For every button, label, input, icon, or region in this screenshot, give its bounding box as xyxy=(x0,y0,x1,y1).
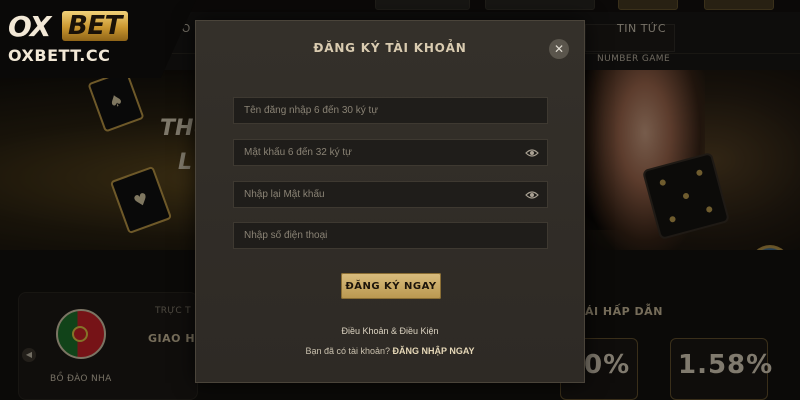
login-now-link[interactable]: ĐĂNG NHẬP NGAY xyxy=(393,346,475,356)
modal-title: ĐĂNG KÝ TÀI KHOẢN xyxy=(313,41,467,55)
login-prompt-row: Bạn đã có tài khoản? ĐĂNG NHẬP NGAY xyxy=(196,346,584,356)
terms-link[interactable]: Điều Khoản & Điều Kiện xyxy=(196,326,584,336)
username-field[interactable] xyxy=(233,97,548,124)
phone-field[interactable] xyxy=(233,222,548,249)
eye-icon[interactable] xyxy=(525,147,539,159)
register-modal: ĐĂNG KÝ TÀI KHOẢN ✕ ĐĂNG KÝ NGAY Điều Kh… xyxy=(195,20,585,383)
password-field[interactable] xyxy=(233,139,548,166)
confirm-password-field[interactable] xyxy=(233,181,548,208)
brand-logo[interactable]: OX BET OXBETT.CC xyxy=(0,0,200,78)
logo-text: BET xyxy=(62,11,128,41)
register-now-button[interactable]: ĐĂNG KÝ NGAY xyxy=(341,273,441,299)
login-prompt: Bạn đã có tài khoản? xyxy=(305,346,391,356)
username-input[interactable] xyxy=(234,98,547,123)
logo-text: OX xyxy=(8,10,51,43)
password-input[interactable] xyxy=(234,140,547,165)
logo-url: OXBETT.CC xyxy=(8,46,111,65)
confirm-password-input[interactable] xyxy=(234,182,547,207)
phone-input[interactable] xyxy=(234,223,547,248)
close-icon[interactable]: ✕ xyxy=(549,39,569,59)
eye-icon[interactable] xyxy=(525,189,539,201)
